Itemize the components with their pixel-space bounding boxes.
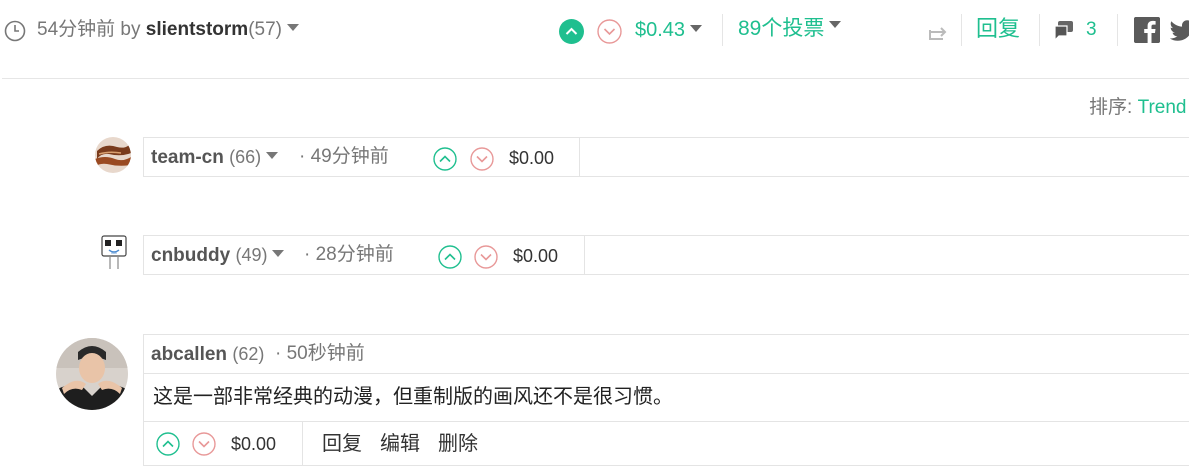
comment-header: team-cn (66) · 49分钟前 $0.00 bbox=[144, 138, 1189, 176]
comment-author-link[interactable]: team-cn (66) bbox=[151, 146, 279, 169]
post-votes[interactable]: 89个投票 bbox=[738, 16, 842, 42]
votes-caret-icon[interactable] bbox=[829, 20, 842, 28]
comment-card: team-cn (66) · 49分钟前 $0.00 bbox=[143, 137, 1189, 177]
reply-button[interactable]: 回复 bbox=[322, 431, 362, 457]
comment-timestamp: · 49分钟前 bbox=[299, 146, 389, 167]
comment-payout[interactable]: $0.00 bbox=[509, 147, 554, 169]
delete-button[interactable]: 删除 bbox=[438, 431, 478, 457]
upvote-icon[interactable] bbox=[438, 245, 462, 269]
post-footer-bar: 54分钟前 by slientstorm(57) $0.43 89个投票 回复 … bbox=[0, 0, 1189, 62]
divider bbox=[2, 78, 1189, 79]
separator bbox=[302, 422, 303, 466]
separator bbox=[961, 14, 962, 46]
payout-caret-icon[interactable] bbox=[690, 25, 703, 33]
post-author-reputation: (57) bbox=[248, 19, 282, 40]
avatar[interactable]: ww bbox=[101, 235, 127, 271]
svg-text:ww: ww bbox=[111, 250, 117, 255]
edit-button[interactable]: 编辑 bbox=[380, 431, 420, 457]
repost-icon[interactable] bbox=[928, 22, 948, 42]
post-age-text: 54分钟前 bbox=[37, 19, 116, 40]
post-votes-text: 89个投票 bbox=[738, 17, 825, 40]
post-author-link[interactable]: slientstorm bbox=[146, 19, 248, 40]
comment-timestamp: · 50秒钟前 bbox=[275, 343, 365, 364]
facebook-icon[interactable] bbox=[1134, 17, 1160, 43]
upvote-icon[interactable] bbox=[156, 432, 180, 456]
post-timestamp: 54分钟前 by slientstorm(57) bbox=[37, 17, 299, 43]
author-menu-caret-icon[interactable] bbox=[272, 250, 285, 258]
comment-author-name[interactable]: abcallen bbox=[151, 344, 227, 365]
comment-author-name[interactable]: team-cn bbox=[151, 147, 224, 168]
downvote-icon[interactable] bbox=[597, 19, 622, 44]
separator bbox=[584, 236, 585, 274]
comment-author-reputation: (62) bbox=[232, 344, 265, 364]
comment-payout[interactable]: $0.00 bbox=[513, 245, 558, 267]
separator bbox=[1039, 14, 1040, 46]
downvote-icon[interactable] bbox=[192, 432, 216, 456]
comment-header: abcallen (62) · 50秒钟前 bbox=[144, 335, 1189, 373]
comment-author-link[interactable]: cnbuddy (49) bbox=[151, 244, 285, 267]
separator bbox=[1117, 14, 1118, 46]
comment-body: 这是一部非常经典的动漫，但重制版的画风还不是很习惯。 bbox=[153, 386, 673, 408]
separator bbox=[579, 138, 580, 176]
downvote-icon[interactable] bbox=[474, 245, 498, 269]
divider bbox=[144, 373, 1189, 374]
clock-icon bbox=[4, 20, 26, 42]
comment-header: cnbuddy (49) · 28分钟前 $0.00 bbox=[144, 236, 1189, 274]
comments-icon[interactable] bbox=[1053, 19, 1075, 41]
sort-label: 排序: bbox=[1089, 97, 1133, 118]
comment-payout[interactable]: $0.00 bbox=[231, 433, 276, 455]
comment-timestamp: · 28分钟前 bbox=[304, 244, 394, 265]
separator bbox=[722, 14, 723, 46]
reply-link[interactable]: 回复 bbox=[976, 15, 1020, 43]
upvote-icon[interactable] bbox=[433, 147, 457, 171]
post-payout-value: $0.43 bbox=[635, 19, 686, 41]
twitter-icon[interactable] bbox=[1170, 18, 1189, 42]
post-payout[interactable]: $0.43 bbox=[635, 17, 703, 43]
by-text: by bbox=[120, 19, 141, 40]
comment-author-name[interactable]: cnbuddy bbox=[151, 245, 230, 266]
comment-author-link[interactable]: abcallen (62) bbox=[151, 343, 264, 366]
comment-author-reputation: (66) bbox=[229, 147, 262, 167]
author-menu-caret-icon[interactable] bbox=[287, 24, 299, 32]
comment-card: abcallen (62) · 50秒钟前 这是一部非常经典的动漫，但重制版的画… bbox=[143, 334, 1189, 466]
sort-value-link[interactable]: Trend bbox=[1138, 97, 1187, 118]
downvote-icon[interactable] bbox=[470, 147, 494, 171]
avatar[interactable] bbox=[56, 338, 128, 410]
avatar[interactable] bbox=[95, 137, 131, 173]
comment-count[interactable]: 3 bbox=[1086, 17, 1097, 43]
divider bbox=[144, 421, 1189, 422]
comment-author-reputation: (49) bbox=[235, 245, 268, 265]
author-menu-caret-icon[interactable] bbox=[266, 152, 279, 160]
comment-card: cnbuddy (49) · 28分钟前 $0.00 bbox=[143, 235, 1189, 275]
sort-control[interactable]: 排序: Trend bbox=[1089, 96, 1187, 120]
upvote-icon[interactable] bbox=[559, 19, 584, 44]
